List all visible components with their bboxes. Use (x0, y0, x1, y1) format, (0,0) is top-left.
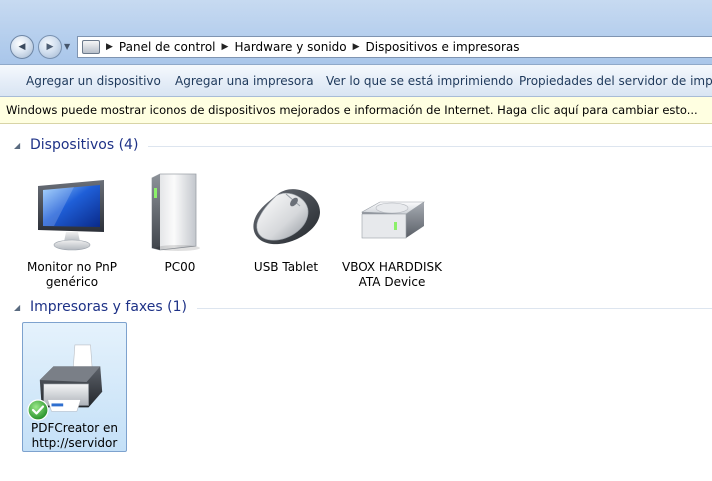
window-titlebar: ◀ ▶ ▼ ▶ Panel de control ▶ Hardware y so… (0, 0, 712, 65)
device-label: USB Tablet (253, 260, 319, 274)
breadcrumb-devices-printers[interactable]: Dispositivos e impresoras (366, 40, 520, 54)
address-bar[interactable]: ▶ Panel de control ▶ Hardware y sonido ▶… (77, 36, 712, 58)
arrow-right-icon: ▶ (46, 41, 54, 52)
mouse-icon (253, 189, 320, 245)
hard-drive-icon (360, 201, 425, 239)
computer-tower-icon (151, 173, 200, 251)
arrow-left-icon: ◀ (18, 41, 26, 52)
group-divider (148, 145, 712, 147)
print-server-properties-button[interactable]: Propiedades del servidor de impresión (519, 74, 712, 88)
forward-button[interactable]: ▶ (38, 35, 62, 59)
device-tile-monitor[interactable]: Monitor no PnP genérico (20, 166, 124, 290)
monitor-icon (38, 180, 104, 251)
breadcrumb-hardware-sound[interactable]: Hardware y sonido (234, 40, 346, 54)
group-header-devices[interactable]: ◢ Dispositivos (4) (14, 135, 712, 155)
group-header-printers[interactable]: ◢ Impresoras y faxes (1) (14, 297, 712, 317)
breadcrumb-separator-icon[interactable]: ▶ (353, 42, 360, 52)
device-label: PC00 (164, 260, 196, 274)
default-printer-check-icon (27, 399, 49, 421)
breadcrumb-control-panel[interactable]: Panel de control (119, 40, 216, 54)
see-printing-button[interactable]: Ver lo que se está imprimiendo (326, 74, 513, 88)
collapse-arrow-icon[interactable]: ◢ (14, 141, 28, 150)
printer-tile-pdfcreator[interactable]: PDFCreator en http://servidor (22, 322, 127, 452)
add-printer-button[interactable]: Agregar una impresora (175, 74, 314, 88)
device-label: VBOX HARDDISK ATA Device (341, 260, 443, 289)
printer-label: PDFCreator en http://servidor (31, 421, 118, 450)
device-tile-usb-tablet[interactable]: USB Tablet (234, 166, 338, 290)
group-divider (196, 307, 712, 309)
control-panel-icon (82, 40, 100, 54)
breadcrumb-separator-icon[interactable]: ▶ (106, 42, 113, 52)
add-device-button[interactable]: Agregar un dispositivo (26, 74, 161, 88)
recent-pages-dropdown[interactable]: ▼ (64, 42, 70, 51)
breadcrumb-separator-icon[interactable]: ▶ (222, 42, 229, 52)
collapse-arrow-icon[interactable]: ◢ (14, 303, 28, 312)
back-button[interactable]: ◀ (10, 35, 34, 59)
information-bar[interactable]: Windows puede mostrar iconos de disposit… (0, 97, 712, 124)
command-bar: Agregar un dispositivo Agregar una impre… (0, 65, 712, 97)
device-label: Monitor no PnP genérico (26, 260, 118, 289)
device-tile-hard-disk[interactable]: VBOX HARDDISK ATA Device (340, 166, 444, 290)
group-title-printers: Impresoras y faxes (1) (30, 299, 187, 315)
device-tile-pc00[interactable]: PC00 (128, 166, 232, 290)
group-title-devices: Dispositivos (4) (30, 137, 139, 153)
